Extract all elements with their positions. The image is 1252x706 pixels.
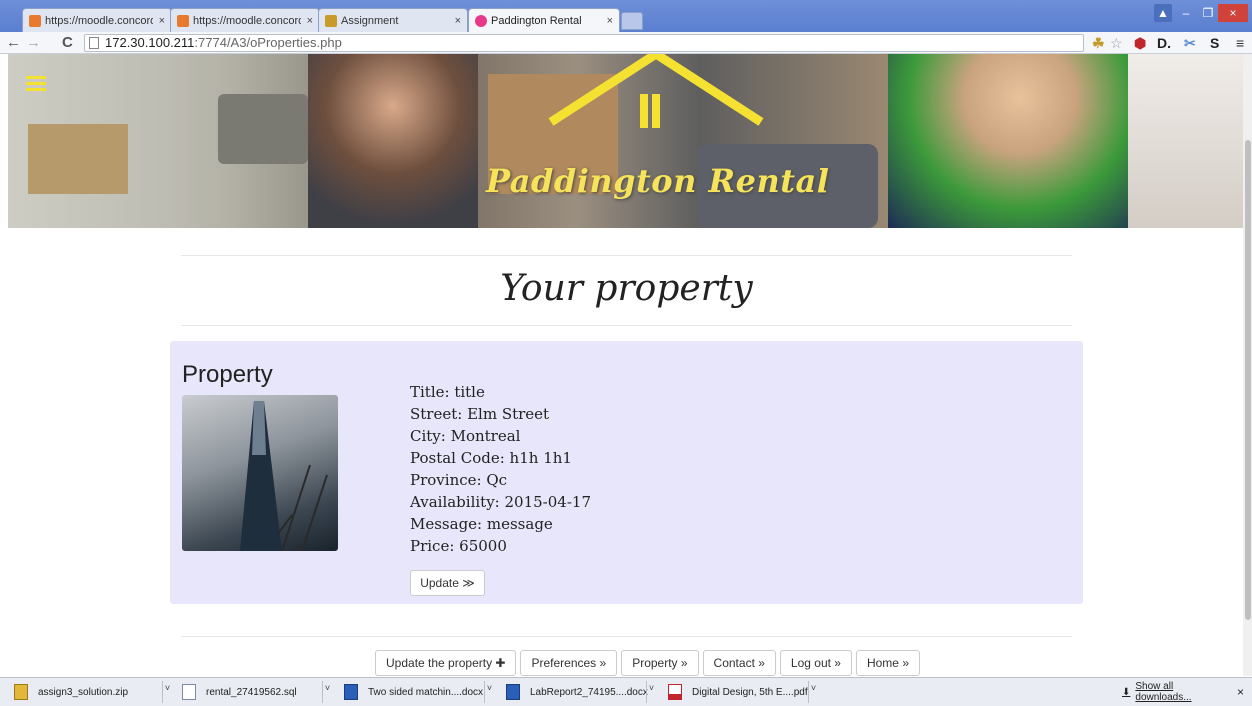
property-button[interactable]: Property » xyxy=(621,650,699,676)
download-item[interactable]: LabReport2_74195....docx ˅ xyxy=(506,681,656,703)
property-street: Street: Elm Street xyxy=(410,405,550,423)
site-banner: Paddington Rental xyxy=(8,54,1243,228)
back-icon[interactable]: ← xyxy=(6,34,21,52)
url-path: :7774/A3/oProperties.php xyxy=(194,35,342,50)
show-all-downloads-link[interactable]: ⬇ Show all downloads... xyxy=(1122,681,1232,703)
banner-sofa xyxy=(218,94,308,164)
download-options-icon[interactable]: ˅ xyxy=(162,681,172,703)
chrome-menu-icon[interactable]: ≡ xyxy=(1236,35,1244,51)
update-property-button[interactable]: Update the property ✚ xyxy=(375,650,517,676)
home-button[interactable]: Home » xyxy=(855,650,920,676)
new-tab-button[interactable] xyxy=(621,12,643,30)
bottom-navigation: Update the property ✚ Preferences » Prop… xyxy=(375,650,920,676)
url-host: 172.30.100.211 xyxy=(105,35,195,50)
downloads-bar: assign3_solution.zip ˅ rental_27419562.s… xyxy=(0,677,1252,706)
property-details: Title: title Street: Elm Street City: Mo… xyxy=(410,381,591,557)
property-postal-code: Postal Code: h1h 1h1 xyxy=(410,449,572,467)
forward-icon[interactable]: → xyxy=(26,34,41,52)
property-province: Province: Qc xyxy=(410,471,508,489)
contact-button[interactable]: Contact » xyxy=(702,650,776,676)
close-window-button[interactable]: × xyxy=(1218,4,1248,22)
s-extension-icon[interactable]: S xyxy=(1210,35,1219,51)
property-title: Title: title xyxy=(410,383,485,401)
house-roof-icon xyxy=(548,54,764,128)
tab-close-icon[interactable]: × xyxy=(307,15,313,27)
download-filename: Digital Design, 5th E....pdf xyxy=(692,686,808,698)
pdf-icon xyxy=(668,684,682,700)
minimize-button[interactable]: – xyxy=(1176,4,1196,22)
scrollbar-thumb[interactable] xyxy=(1245,140,1251,620)
restore-button[interactable]: ❐ xyxy=(1198,4,1218,22)
download-item[interactable]: Digital Design, 5th E....pdf ˅ xyxy=(668,681,818,703)
tab-title: https://moodle.concordia xyxy=(45,14,153,27)
browser-tab-strip: https://moodle.concordia × https://moodl… xyxy=(0,0,1252,32)
divider xyxy=(181,325,1072,326)
property-availability: Availability: 2015-04-17 xyxy=(410,493,591,511)
property-card: Property Title: title Street: Elm Street… xyxy=(170,341,1083,604)
download-arrow-icon: ⬇ xyxy=(1122,686,1131,698)
download-item[interactable]: rental_27419562.sql ˅ xyxy=(182,681,332,703)
tab-close-icon[interactable]: × xyxy=(607,15,613,27)
preferences-button[interactable]: Preferences » xyxy=(520,650,618,676)
paddington-favicon-icon xyxy=(475,14,487,27)
tool-extension-icon[interactable]: ✂ xyxy=(1184,35,1196,51)
d-extension-icon[interactable]: D. xyxy=(1157,35,1171,51)
banner-roof xyxy=(538,54,768,134)
reload-icon[interactable]: C xyxy=(62,34,73,52)
property-city: City: Montreal xyxy=(410,427,521,445)
tab-moodle-1[interactable]: https://moodle.concordia × xyxy=(22,8,172,32)
extension-icon[interactable]: ☘ xyxy=(1092,35,1105,51)
download-filename: assign3_solution.zip xyxy=(38,686,129,698)
property-heading: Property xyxy=(182,361,273,388)
menu-hamburger-icon[interactable] xyxy=(26,76,46,92)
address-bar[interactable]: 172.30.100.211:7774/A3/oProperties.php xyxy=(84,34,1084,52)
download-filename: Two sided matchin....docx xyxy=(368,686,484,698)
tab-moodle-2[interactable]: https://moodle.concordia × xyxy=(170,8,320,32)
download-options-icon[interactable]: ˅ xyxy=(808,681,818,703)
close-downloads-icon[interactable]: × xyxy=(1237,681,1247,703)
moodle-favicon-icon xyxy=(177,14,189,27)
browser-toolbar: ← → C 172.30.100.211:7774/A3/oProperties… xyxy=(0,32,1252,54)
file-icon xyxy=(182,684,196,700)
download-filename: LabReport2_74195....docx xyxy=(530,686,648,698)
skyscraper-image xyxy=(240,401,328,551)
banner-couple-left xyxy=(308,54,478,228)
moodle-favicon-icon xyxy=(29,14,41,27)
download-filename: rental_27419562.sql xyxy=(206,686,297,698)
ublock-icon[interactable]: ⬢ xyxy=(1134,35,1146,51)
download-options-icon[interactable]: ˅ xyxy=(646,681,656,703)
tab-title: https://moodle.concordia xyxy=(193,14,301,27)
update-button[interactable]: Update ≫ xyxy=(410,570,485,596)
banner-box xyxy=(28,124,128,194)
assignment-favicon-icon xyxy=(325,14,337,27)
banner-room-right xyxy=(1128,54,1243,228)
property-message: Message: message xyxy=(410,515,553,533)
bookmark-star-icon[interactable]: ☆ xyxy=(1110,35,1123,51)
site-brand: Paddington Rental xyxy=(486,162,830,200)
show-all-label: Show all downloads... xyxy=(1135,681,1192,703)
download-options-icon[interactable]: ˅ xyxy=(322,681,332,703)
user-profile-icon[interactable]: ▲ xyxy=(1154,4,1172,22)
tab-paddington-rental[interactable]: Paddington Rental × xyxy=(468,8,620,32)
tab-assignment[interactable]: Assignment × xyxy=(318,8,468,32)
word-icon xyxy=(506,684,520,700)
tab-close-icon[interactable]: × xyxy=(159,15,165,27)
download-item[interactable]: Two sided matchin....docx ˅ xyxy=(344,681,494,703)
page-title: Your property xyxy=(500,268,753,309)
banner-couple-right xyxy=(888,54,1128,228)
tab-title: Paddington Rental xyxy=(491,14,582,27)
page-icon xyxy=(89,37,99,49)
zip-icon xyxy=(14,684,28,700)
tab-title: Assignment xyxy=(341,14,399,27)
divider xyxy=(181,636,1072,637)
property-photo xyxy=(182,395,338,551)
divider xyxy=(181,255,1072,256)
property-price: Price: 65000 xyxy=(410,537,507,555)
logout-button[interactable]: Log out » xyxy=(779,650,852,676)
tab-close-icon[interactable]: × xyxy=(455,15,461,27)
download-item[interactable]: assign3_solution.zip ˅ xyxy=(14,681,174,703)
word-icon xyxy=(344,684,358,700)
download-options-icon[interactable]: ˅ xyxy=(484,681,494,703)
